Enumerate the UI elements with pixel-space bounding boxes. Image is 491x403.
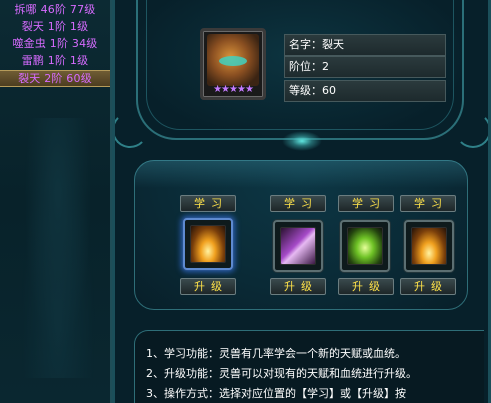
pet-stage: 1阶 — [47, 20, 67, 33]
pet-stage: 1阶 — [47, 54, 67, 67]
pet-name: 拆哪 — [14, 3, 37, 16]
pet-stage: 1阶 — [49, 37, 69, 50]
pet-level: 77级 — [69, 3, 96, 16]
pet-level: 1级 — [69, 20, 89, 33]
dragon-portrait-icon — [207, 34, 259, 86]
learn-button-3[interactable]: 学习 — [338, 195, 394, 212]
skill-slot-1[interactable] — [183, 218, 233, 270]
pet-list-item-selected[interactable]: 裂天 2阶 60级 — [0, 70, 110, 87]
frame-ornament-left — [112, 112, 148, 148]
help-line-2: 2、升级功能：灵兽可以对现有的天赋和血统进行升级。 — [146, 367, 417, 380]
pet-name-value: 裂天 — [322, 38, 344, 51]
pet-list-item[interactable]: 雷鹏 1阶 1级 — [0, 53, 110, 70]
flame-sigil-icon — [411, 227, 447, 265]
pet-name: 裂天 — [18, 72, 41, 85]
pet-list: 拆哪 46阶 77级 裂天 1阶 1级 噬金虫 1阶 34级 雷鹏 1阶 1级 … — [0, 2, 110, 87]
pet-level-value: 60 — [322, 84, 336, 97]
pet-name: 噬金虫 — [12, 37, 47, 50]
pet-name: 雷鹏 — [21, 54, 45, 67]
star-rating: ★★★★★ — [213, 84, 254, 95]
skill-slot-2[interactable] — [273, 220, 323, 272]
learn-button-1[interactable]: 学习 — [180, 195, 236, 212]
learn-button-4[interactable]: 学习 — [400, 195, 456, 212]
pet-stage: 46阶 — [40, 3, 67, 16]
pet-stage-row: 阶位：2 — [284, 56, 446, 78]
help-line-1: 1、学习功能：灵兽有几率学会一个新的天赋或血统。 — [146, 347, 406, 360]
upgrade-button-2[interactable]: 升级 — [270, 278, 326, 295]
help-line-3: 3、操作方式：选择对应位置的【学习】或【升级】按 — [146, 387, 406, 400]
upgrade-button-3[interactable]: 升级 — [338, 278, 394, 295]
panel-ornament — [18, 118, 98, 378]
pet-name-row: 名字：裂天 — [284, 34, 446, 56]
upgrade-button-1[interactable]: 升级 — [180, 278, 236, 295]
pet-list-item[interactable]: 拆哪 46阶 77级 — [0, 2, 110, 19]
green-claw-icon — [347, 227, 383, 265]
pet-level-label: 等级： — [289, 84, 322, 97]
flame-sigil-icon — [190, 225, 226, 263]
pet-portrait: ★★★★★ — [200, 28, 266, 100]
pet-name: 裂天 — [21, 20, 45, 33]
pet-level: 1级 — [69, 54, 89, 67]
pet-stage: 2阶 — [44, 72, 63, 85]
pet-stage-label: 阶位： — [289, 60, 322, 73]
pet-level-row: 等级：60 — [284, 80, 446, 102]
pet-level: 60级 — [66, 72, 92, 85]
pet-list-item[interactable]: 噬金虫 1阶 34级 — [0, 36, 110, 53]
skill-panel-header-glow — [134, 160, 468, 188]
frame-ornament-right — [455, 112, 491, 148]
pet-stage-value: 2 — [322, 60, 329, 73]
frame-gem-glow — [282, 131, 322, 151]
pet-name-label: 名字： — [289, 38, 322, 51]
upgrade-button-4[interactable]: 升级 — [400, 278, 456, 295]
learn-button-2[interactable]: 学习 — [270, 195, 326, 212]
pet-list-panel: 拆哪 46阶 77级 裂天 1阶 1级 噬金虫 1阶 34级 雷鹏 1阶 1级 … — [0, 0, 112, 403]
skill-slot-4[interactable] — [404, 220, 454, 272]
purple-wing-icon — [280, 227, 316, 265]
pet-level: 34级 — [71, 37, 98, 50]
pet-list-item[interactable]: 裂天 1阶 1级 — [0, 19, 110, 36]
pet-skill-window: ★★★★★ 名字：裂天 阶位：2 等级：60 学习 升级 学习 升级 学习 升级… — [112, 0, 491, 403]
skill-slot-3[interactable] — [340, 220, 390, 272]
